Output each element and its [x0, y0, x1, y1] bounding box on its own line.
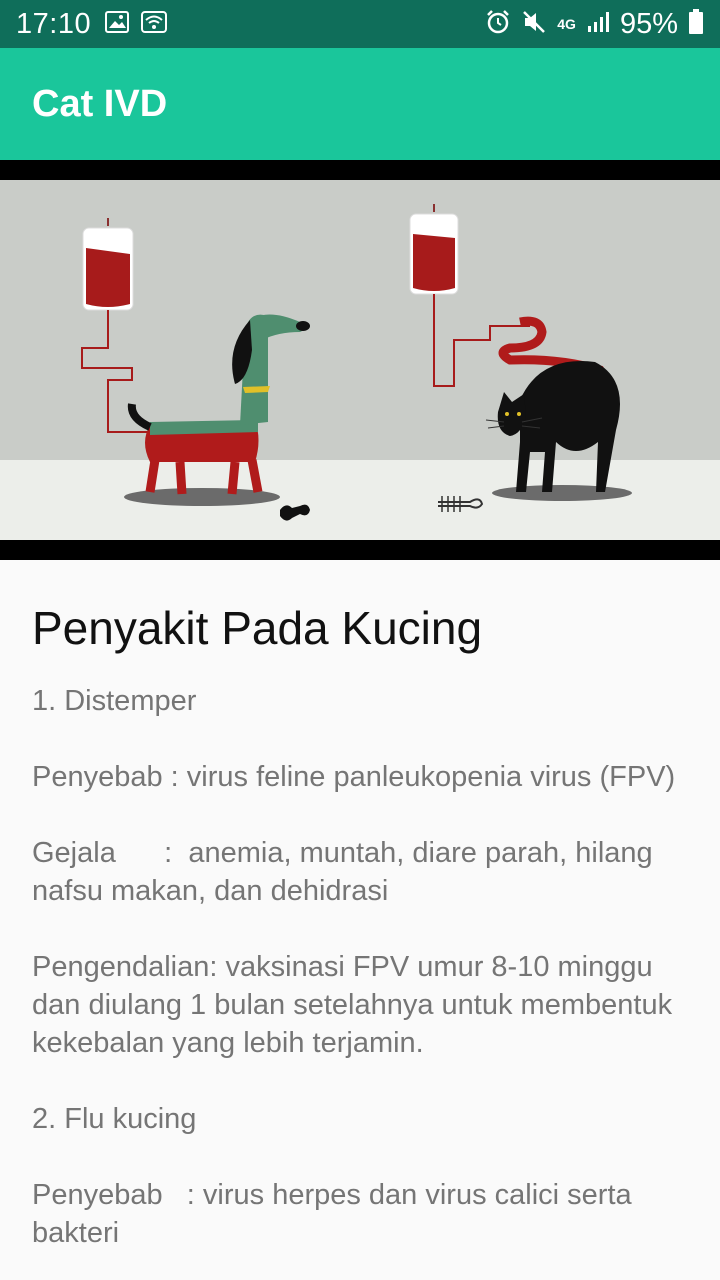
- status-time: 17:10: [16, 7, 92, 40]
- cause-value: virus feline panleukopenia virus (FPV): [186, 761, 676, 793]
- battery-icon: [688, 8, 704, 40]
- network-type: 4G: [557, 16, 576, 32]
- status-bar: 17:10 4G 95%: [0, 0, 720, 48]
- battery-percent: 95%: [619, 7, 678, 40]
- app-title: Cat IVD: [32, 82, 168, 125]
- symptom-label: Gejala :: [32, 837, 189, 869]
- app-bar: Cat IVD: [0, 48, 720, 160]
- page-title: Penyakit Pada Kucing: [32, 602, 483, 654]
- hero-illustration: [0, 180, 720, 540]
- wifi-icon: [141, 10, 168, 38]
- section-title: 1. Distemper: [32, 685, 197, 717]
- article: Penyakit Pada Kucing 1. Distemper Penyeb…: [0, 560, 720, 1280]
- alarm-icon: [485, 9, 511, 40]
- control-text: Pengendalian: vaksinasi FPV umur 8-10 mi…: [32, 948, 688, 1062]
- status-left-icons: [105, 10, 168, 38]
- symptom-text: Gejala : anemia, muntah, diare parah, hi…: [32, 834, 688, 910]
- image-icon: [105, 10, 130, 38]
- section-title: 2. Flu kucing: [32, 1103, 197, 1135]
- cause-text: Penyebab : virus herpes dan virus calici…: [32, 1176, 688, 1252]
- mute-icon: [521, 9, 547, 40]
- signal-icon: [586, 11, 610, 38]
- cause-label: Penyebab :: [32, 761, 187, 793]
- cause-label: Penyebab :: [32, 1179, 203, 1211]
- cause-text: Penyebab : virus feline panleukopenia vi…: [32, 758, 688, 796]
- hero-image: [0, 160, 720, 560]
- status-right: 4G 95%: [485, 8, 704, 41]
- control-label: Pengendalian:: [32, 951, 226, 983]
